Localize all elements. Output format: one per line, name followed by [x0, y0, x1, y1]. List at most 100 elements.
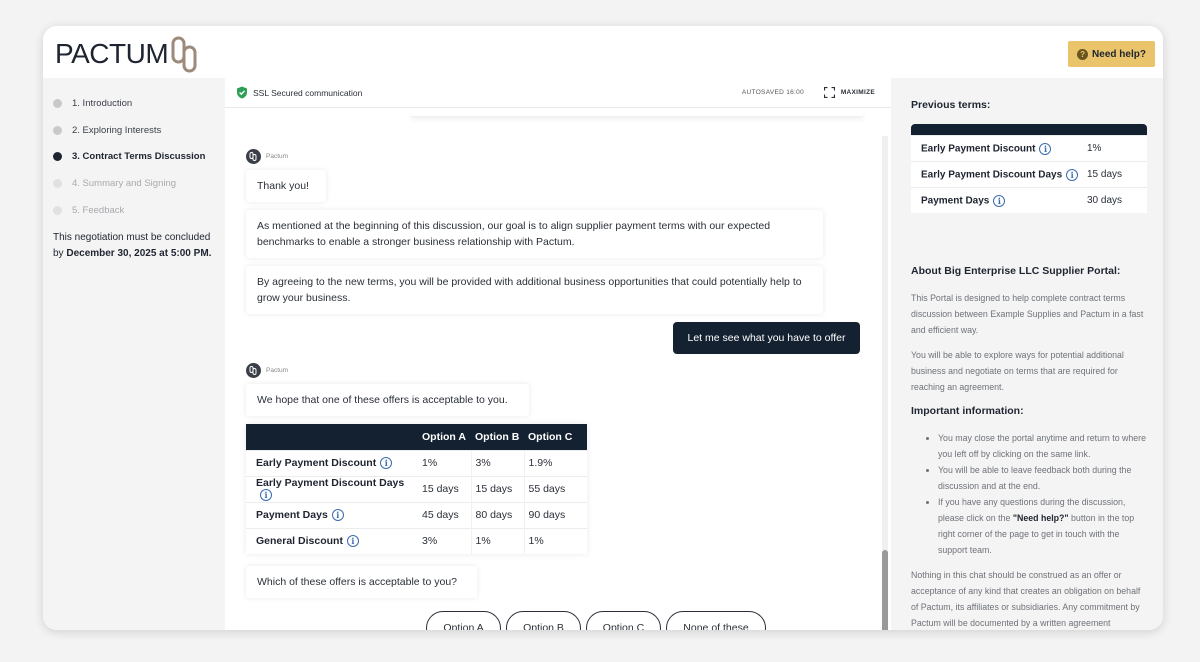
row-label-text: General Discount [256, 535, 343, 548]
info-icon[interactable]: i [331, 509, 344, 522]
step-summary-signing: 4. Summary and Signing [53, 178, 176, 189]
row-label: Early Payment Discount Daysi [246, 475, 418, 502]
chat-message: By agreeing to the new terms, you will b… [246, 266, 823, 314]
step-feedback: 5. Feedback [53, 205, 124, 216]
top-bar: PACTUM ? Need help? [43, 26, 1163, 78]
option-c-button[interactable]: Option C [586, 611, 661, 630]
step-exploring-interests: 2. Exploring Interests [53, 125, 161, 136]
option-a-button[interactable]: Option A [426, 611, 501, 630]
deadline-date: December 30, 2025 at 5:00 PM. [66, 248, 212, 259]
important-title: Important information: [911, 405, 1024, 417]
term-value: 30 days [1087, 195, 1123, 206]
autosave-status: AUTOSAVED 16:00 [741, 89, 804, 96]
need-help-label: Need help? [1092, 48, 1146, 60]
ssl-label: SSL Secured communication [253, 87, 363, 98]
step-dot-icon [53, 206, 62, 215]
option-value: 1% [418, 449, 471, 476]
term-value: 1% [1087, 143, 1102, 154]
option-value: 1% [470, 527, 524, 554]
table-row: Early Payment Discount i 1% [911, 135, 1147, 161]
chat-message: We hope that one of these offers is acce… [246, 384, 529, 416]
shield-check-icon [237, 86, 247, 99]
pactum-logo-icon [249, 152, 257, 161]
chat-message: Thank you! [246, 170, 326, 202]
offers-header-row: Option A Option B Option C [246, 424, 587, 450]
option-value: 55 days [523, 475, 587, 502]
expand-icon [823, 87, 835, 98]
pactum-avatar [246, 149, 261, 164]
table-row: Early Payment Discount i 1% 3% 1.9% [246, 449, 587, 476]
need-help-button[interactable]: ? Need help? [1068, 41, 1155, 67]
none-of-these-button[interactable]: None of these [666, 611, 766, 630]
list-item: If you have any questions during the dis… [938, 494, 1147, 558]
row-label-text: Early Payment Discount [256, 456, 377, 469]
chat-panel: SSL Secured communication AUTOSAVED 16:0… [225, 78, 891, 630]
info-icon[interactable]: i [993, 194, 1006, 207]
info-icon[interactable]: i [1039, 142, 1052, 155]
option-value: 3% [418, 527, 471, 554]
term-label-text: Early Payment Discount [921, 143, 1036, 155]
info-icon[interactable]: i [346, 535, 359, 548]
offers-table: Option A Option B Option C Early Payment… [246, 424, 587, 554]
chat-header: SSL Secured communication AUTOSAVED 16:0… [225, 78, 891, 108]
option-value: 80 days [470, 501, 524, 528]
offers-header-cell: Option C [524, 424, 587, 450]
previous-terms-title: Previous terms: [911, 99, 991, 111]
step-introduction: 1. Introduction [53, 98, 132, 109]
table-row: General Discount i 3% 1% 1% [246, 527, 587, 554]
pactum-logo-icon [249, 366, 257, 375]
previous-terms-header [911, 124, 1147, 135]
progress-sidebar: 1. Introduction 2. Exploring Interests 3… [43, 78, 225, 630]
row-label-text: Early Payment Discount Days [256, 476, 405, 489]
offers-header-cell: Option A [418, 424, 471, 450]
list-item: You will be able to leave feedback both … [938, 462, 1147, 494]
chat-message: As mentioned at the beginning of this di… [246, 210, 823, 258]
term-label: Early Payment Discount i [911, 142, 1087, 155]
step-dot-icon [53, 126, 62, 135]
option-value: 1% [523, 527, 587, 554]
step-dot-icon [53, 152, 62, 161]
deadline-notice: This negotiation must be concluded by De… [53, 230, 213, 262]
pactum-logo: PACTUM [55, 34, 208, 74]
table-row: Early Payment Discount Days i 15 days [911, 161, 1147, 187]
term-label-text: Early Payment Discount Days [921, 169, 1063, 181]
row-label: Early Payment Discount i [246, 449, 418, 476]
term-label: Payment Days i [911, 194, 1087, 207]
term-label: Early Payment Discount Days i [911, 168, 1087, 181]
step-label: 2. Exploring Interests [72, 125, 162, 136]
scrollbar-thumb[interactable] [882, 550, 888, 630]
user-message: Let me see what you have to offer [673, 322, 860, 354]
row-label: General Discount i [246, 527, 418, 554]
info-icon[interactable]: i [1066, 168, 1079, 181]
option-value: 1.9% [523, 449, 587, 476]
info-icon[interactable]: i [380, 457, 393, 470]
offers-header-cell: Option B [471, 424, 524, 450]
ssl-status: SSL Secured communication [236, 86, 362, 99]
chat-scrollbar[interactable] [882, 136, 888, 630]
option-b-button[interactable]: Option B [506, 611, 581, 630]
option-value: 3% [470, 449, 524, 476]
sender-name: Pactum [266, 153, 289, 160]
step-label: 3. Contract Terms Discussion [72, 151, 206, 162]
option-value: 90 days [523, 501, 587, 528]
about-paragraph: This Portal is designed to help complete… [911, 293, 1144, 335]
pactum-avatar [246, 363, 261, 378]
option-value: 45 days [418, 501, 471, 528]
info-panel: Previous terms: Early Payment Discount i … [891, 78, 1163, 630]
maximize-label: MAXIMIZE [840, 89, 875, 96]
table-row: Payment Days i 30 days [911, 187, 1147, 213]
option-value: 15 days [470, 475, 524, 502]
message-sender: Pactum [246, 363, 288, 378]
chat-message: Which of these offers is acceptable to y… [246, 566, 477, 598]
term-value: 15 days [1087, 169, 1123, 180]
step-dot-icon [53, 99, 62, 108]
offers-header-cell [246, 424, 418, 450]
previous-terms-table: Early Payment Discount i 1% Early Payment… [911, 124, 1147, 213]
table-row: Early Payment Discount Daysi 15 days 15 … [246, 475, 587, 502]
maximize-button[interactable]: MAXIMIZE [823, 87, 875, 98]
app-window: PACTUM ? Need help? 1. Introduction 2. E… [43, 26, 1163, 630]
bullet-highlight: "Need help?" [1012, 513, 1069, 523]
list-item: You may close the portal anytime and ret… [938, 430, 1147, 462]
info-icon[interactable]: i [260, 489, 272, 502]
step-label: 4. Summary and Signing [72, 178, 177, 189]
